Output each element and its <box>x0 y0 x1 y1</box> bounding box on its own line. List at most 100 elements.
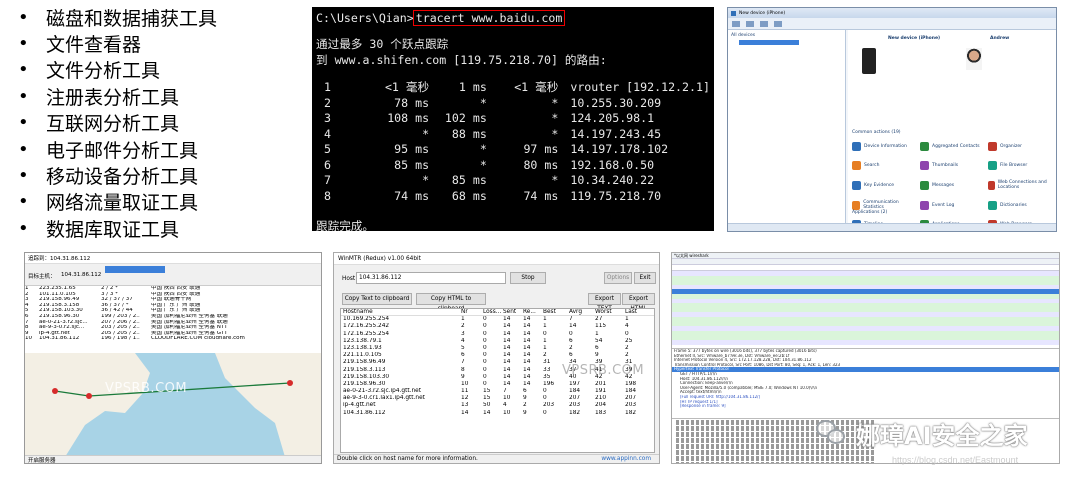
table-cell: 0 <box>543 330 547 337</box>
wechat-icon <box>816 420 846 446</box>
host-input[interactable]: 104.31.86.112 <box>356 272 506 284</box>
column-header[interactable]: Last <box>623 309 647 315</box>
map-pin[interactable] <box>86 393 92 399</box>
column-header[interactable]: Hostname <box>341 309 459 315</box>
action-item[interactable]: Web Connections and Locations <box>988 180 1052 190</box>
action-item[interactable]: Device Information <box>852 142 916 151</box>
table-row[interactable]: 10.169.255.254 1 0 14 14 1 7 27 1 <box>341 316 654 323</box>
toolbar-button[interactable] <box>746 20 754 27</box>
table-cell: 207 <box>625 395 637 402</box>
detail-line[interactable]: [Response in frame: 9] <box>672 404 1059 409</box>
packet-row[interactable] <box>672 339 1059 345</box>
table-cell: 14 <box>569 323 577 330</box>
table-row[interactable]: 123.138.1.93 5 0 14 14 1 2 6 2 <box>341 345 654 352</box>
table-row[interactable]: 10 104.31.86.112 196 / 198 / 1.. CLOUDFLARE… <box>25 336 321 342</box>
table-row[interactable]: 172.16.255.254 3 0 14 14 0 0 1 0 <box>341 331 654 338</box>
action-icon <box>988 180 995 190</box>
table-cell: 183 <box>595 409 607 416</box>
stop-button[interactable]: Stop <box>510 272 546 284</box>
hop-cell: 78 ms <box>394 95 430 110</box>
copy-text-button[interactable]: Copy Text to clipboard <box>342 293 412 305</box>
table-cell: 1 <box>461 316 465 323</box>
table-cell: 6 <box>569 337 573 344</box>
action-item[interactable]: Event Log <box>920 200 984 210</box>
table-cell: 6 <box>595 344 599 351</box>
hop-cell: * <box>479 95 487 110</box>
blog-url: https://blog.csdn.net/Eastmount <box>892 455 1019 465</box>
column-header[interactable]: Worst <box>593 309 623 315</box>
table-cell: 0 <box>483 344 487 351</box>
toolbar-button[interactable] <box>732 20 740 27</box>
column-header[interactable]: Sent <box>501 309 521 315</box>
status-text: Double click on host name for more infor… <box>337 456 478 462</box>
device-explorer-title: New device (iPhone) <box>739 10 786 16</box>
hop-cell: 95 ms <box>394 142 430 156</box>
table-row[interactable]: 221.11.0.105 6 0 14 14 2 6 9 2 <box>341 352 654 359</box>
action-label: Event Log <box>932 202 955 208</box>
column-header[interactable]: Avrg <box>567 309 593 315</box>
table-row[interactable]: 172.16.255.242 2 0 14 14 1 14 115 4 <box>341 323 654 330</box>
tree-item-selected[interactable] <box>739 40 799 45</box>
table-cell: 14 <box>523 352 531 359</box>
hop-cell: 6 <box>324 157 331 172</box>
table-row[interactable]: 123.138.79.1 4 0 14 14 1 6 54 25 <box>341 338 654 345</box>
table-cell: 0 <box>483 366 487 373</box>
hop-cell: * <box>479 142 487 156</box>
table-row[interactable]: 219.158.96.30 10 0 14 14 196 197 201 198 <box>341 381 654 388</box>
toolbar-button[interactable] <box>760 20 768 27</box>
action-item[interactable]: Messages <box>920 180 984 190</box>
table-cell: 219.158.103.30 <box>343 373 390 380</box>
table-cell: 0 <box>483 373 487 380</box>
column-header[interactable]: Loss... <box>481 309 501 315</box>
table-cell: 13 <box>461 402 469 409</box>
hop-cell: 2 <box>324 95 331 110</box>
table-row[interactable]: ae-9-3-0.cr1.lax1.ip4.gtt.net 12 15 10 9 0 207… <box>341 395 654 402</box>
action-item[interactable]: Search <box>852 161 916 170</box>
toolbar-button[interactable] <box>774 20 782 27</box>
hop-cell: 80 ms <box>523 157 559 172</box>
tool-category-list: • 磁盘和数据捕获工具 • 文件查看器 • 文件分析工具 • 注册表分析工具 • 互联网分析工具 •… <box>18 4 308 242</box>
export-html-button[interactable]: Export HTML <box>622 293 655 312</box>
bullet-dot: • <box>18 59 29 81</box>
map-pin[interactable] <box>52 388 58 394</box>
action-item[interactable]: File Browser <box>988 161 1052 170</box>
bullet-item: • 磁盘和数据捕获工具 <box>18 4 308 30</box>
map-pin[interactable] <box>287 380 293 386</box>
table-cell: 203 <box>543 402 555 409</box>
column-header[interactable]: Best <box>541 309 567 315</box>
copy-html-button[interactable]: Copy HTML to clipboard <box>416 293 486 312</box>
action-label: Search <box>864 163 880 168</box>
tree-root[interactable]: All devices <box>731 33 842 38</box>
table-cell: 2 <box>523 402 527 409</box>
action-item[interactable]: Aggregated Contacts <box>920 142 984 151</box>
table-cell: 10.169.255.254 <box>343 316 390 323</box>
action-item[interactable]: Thumbnails <box>920 161 984 170</box>
table-cell: 54 <box>595 337 603 344</box>
column-header[interactable]: Re... <box>521 309 541 315</box>
action-item[interactable]: Organizer <box>988 142 1052 151</box>
export-text-button[interactable]: Export TEXT <box>588 293 621 312</box>
options-button[interactable]: Options <box>604 272 632 284</box>
winmtr-statusbar: Double click on host name for more infor… <box>334 454 659 463</box>
table-cell: ae-9-3-0.cr1.lax1.ip4.gtt.net <box>343 395 425 402</box>
host-input[interactable] <box>105 266 165 273</box>
column-header[interactable]: Nr <box>459 309 481 315</box>
table-row[interactable]: 104.31.86.112 14 14 10 9 0 182 183 182 <box>341 410 654 417</box>
table-cell: 203 <box>625 402 637 409</box>
cmd-prompt: C:\Users\Qian> <box>316 11 414 25</box>
table-row[interactable]: ip-4.gtt.net 13 50 4 2 203 203 204 203 <box>341 402 654 409</box>
action-item[interactable]: Dictionaries <box>988 200 1052 210</box>
exit-button[interactable]: Exit <box>634 272 656 284</box>
table-row[interactable]: ae-0-21-3.r2.sjc.ip4.gtt.net 11 15 7 6 0 184 19… <box>341 388 654 395</box>
table-cell: 204 <box>595 402 607 409</box>
avatar <box>966 48 982 70</box>
table-cell: 10 <box>503 395 511 402</box>
table-cell: 14 <box>523 323 531 330</box>
action-icon <box>988 142 997 151</box>
hop-cell: 124.205.98.1 <box>570 111 655 125</box>
table-cell: 14 <box>503 373 511 380</box>
action-item[interactable]: Key Evidence <box>852 180 916 190</box>
action-icon <box>852 161 861 170</box>
action-item[interactable]: Communication Statistics <box>852 200 916 210</box>
status-url: www.appinn.com <box>601 456 651 462</box>
